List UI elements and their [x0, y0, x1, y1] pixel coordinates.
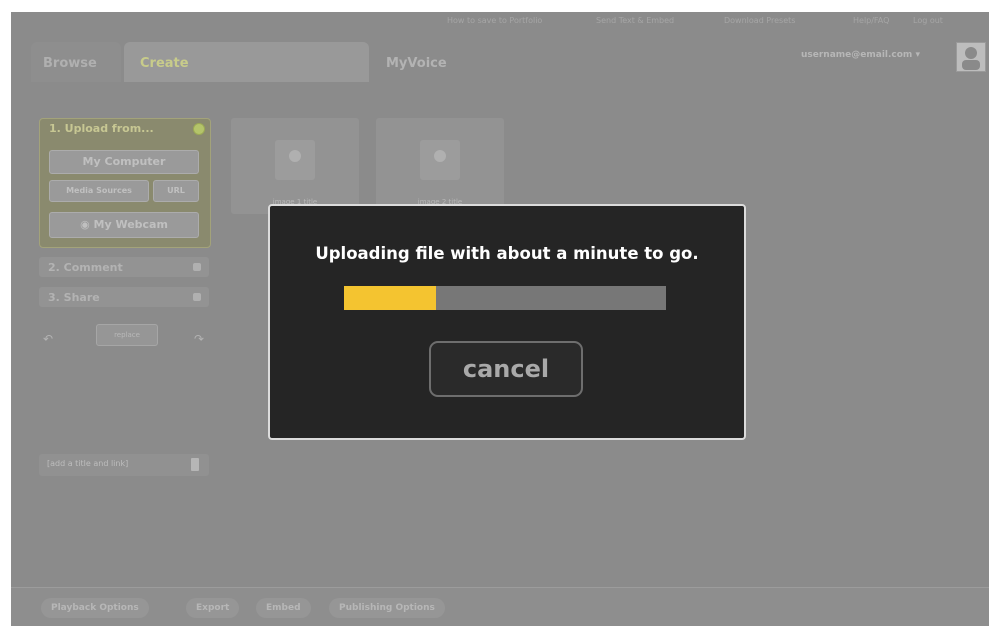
top-link-download[interactable]: Download Presets	[724, 16, 795, 25]
tab-create-label: Create	[140, 56, 189, 71]
refresh-icon[interactable]	[193, 123, 205, 135]
top-link-send[interactable]: Send Text & Embed	[596, 16, 674, 25]
embed-button[interactable]: Embed	[256, 598, 311, 618]
upload-progress-dialog: Uploading file with about a minute to go…	[268, 204, 746, 440]
playback-options-button[interactable]: Playback Options	[41, 598, 149, 618]
tab-myvoice-label: MyVoice	[386, 56, 447, 71]
image-icon	[275, 140, 315, 180]
thumbnail[interactable]: image 2 title	[376, 118, 504, 214]
microphone-icon	[193, 263, 201, 271]
tab-browse[interactable]: Browse	[31, 42, 121, 82]
cancel-button[interactable]: cancel	[429, 341, 583, 397]
avatar[interactable]	[956, 42, 986, 72]
tab-create[interactable]: Create	[124, 42, 369, 82]
title-link-placeholder: [add a title and link]	[47, 459, 129, 468]
my-webcam-button[interactable]: ◉ My Webcam	[49, 212, 199, 238]
replace-button[interactable]: replace	[96, 324, 158, 346]
image-icon	[420, 140, 460, 180]
step-comment[interactable]: 2. Comment	[39, 257, 209, 277]
upload-progress-fill	[344, 286, 436, 310]
redo-icon[interactable]: ↷	[194, 332, 204, 346]
top-link-help[interactable]: Help/FAQ	[853, 16, 889, 25]
title-link-field[interactable]: [add a title and link]	[39, 454, 209, 476]
tab-myvoice[interactable]: MyVoice	[376, 42, 556, 82]
url-button[interactable]: URL	[153, 180, 199, 202]
top-link-save[interactable]: How to save to Portfolio	[447, 16, 542, 25]
undo-icon[interactable]: ↶	[43, 332, 53, 346]
top-links-bar: How to save to Portfolio Send Text & Emb…	[11, 12, 989, 32]
upload-progress-bar	[344, 286, 666, 310]
step-share[interactable]: 3. Share	[39, 287, 209, 307]
my-webcam-label: My Webcam	[93, 218, 168, 231]
user-icon	[962, 47, 980, 70]
webcam-icon: ◉	[80, 218, 94, 231]
upload-status-message: Uploading file with about a minute to go…	[315, 244, 699, 263]
tab-browse-label: Browse	[43, 56, 97, 71]
my-computer-button[interactable]: My Computer	[49, 150, 199, 174]
thumbnail[interactable]: image 1 title	[231, 118, 359, 214]
app-frame: How to save to Portfolio Send Text & Emb…	[11, 12, 989, 626]
trash-icon[interactable]	[191, 458, 199, 471]
step-share-label: 3. Share	[48, 291, 100, 304]
publishing-options-button[interactable]: Publishing Options	[329, 598, 445, 618]
share-icon	[193, 293, 201, 301]
step-comment-label: 2. Comment	[48, 261, 123, 274]
account-menu[interactable]: username@email.com ▾	[801, 50, 920, 60]
export-button[interactable]: Export	[186, 598, 240, 618]
top-link-logout[interactable]: Log out	[913, 16, 943, 25]
bottom-toolbar	[11, 587, 989, 626]
upload-panel-title: 1. Upload from...	[49, 122, 154, 135]
media-sources-button[interactable]: Media Sources	[49, 180, 149, 202]
